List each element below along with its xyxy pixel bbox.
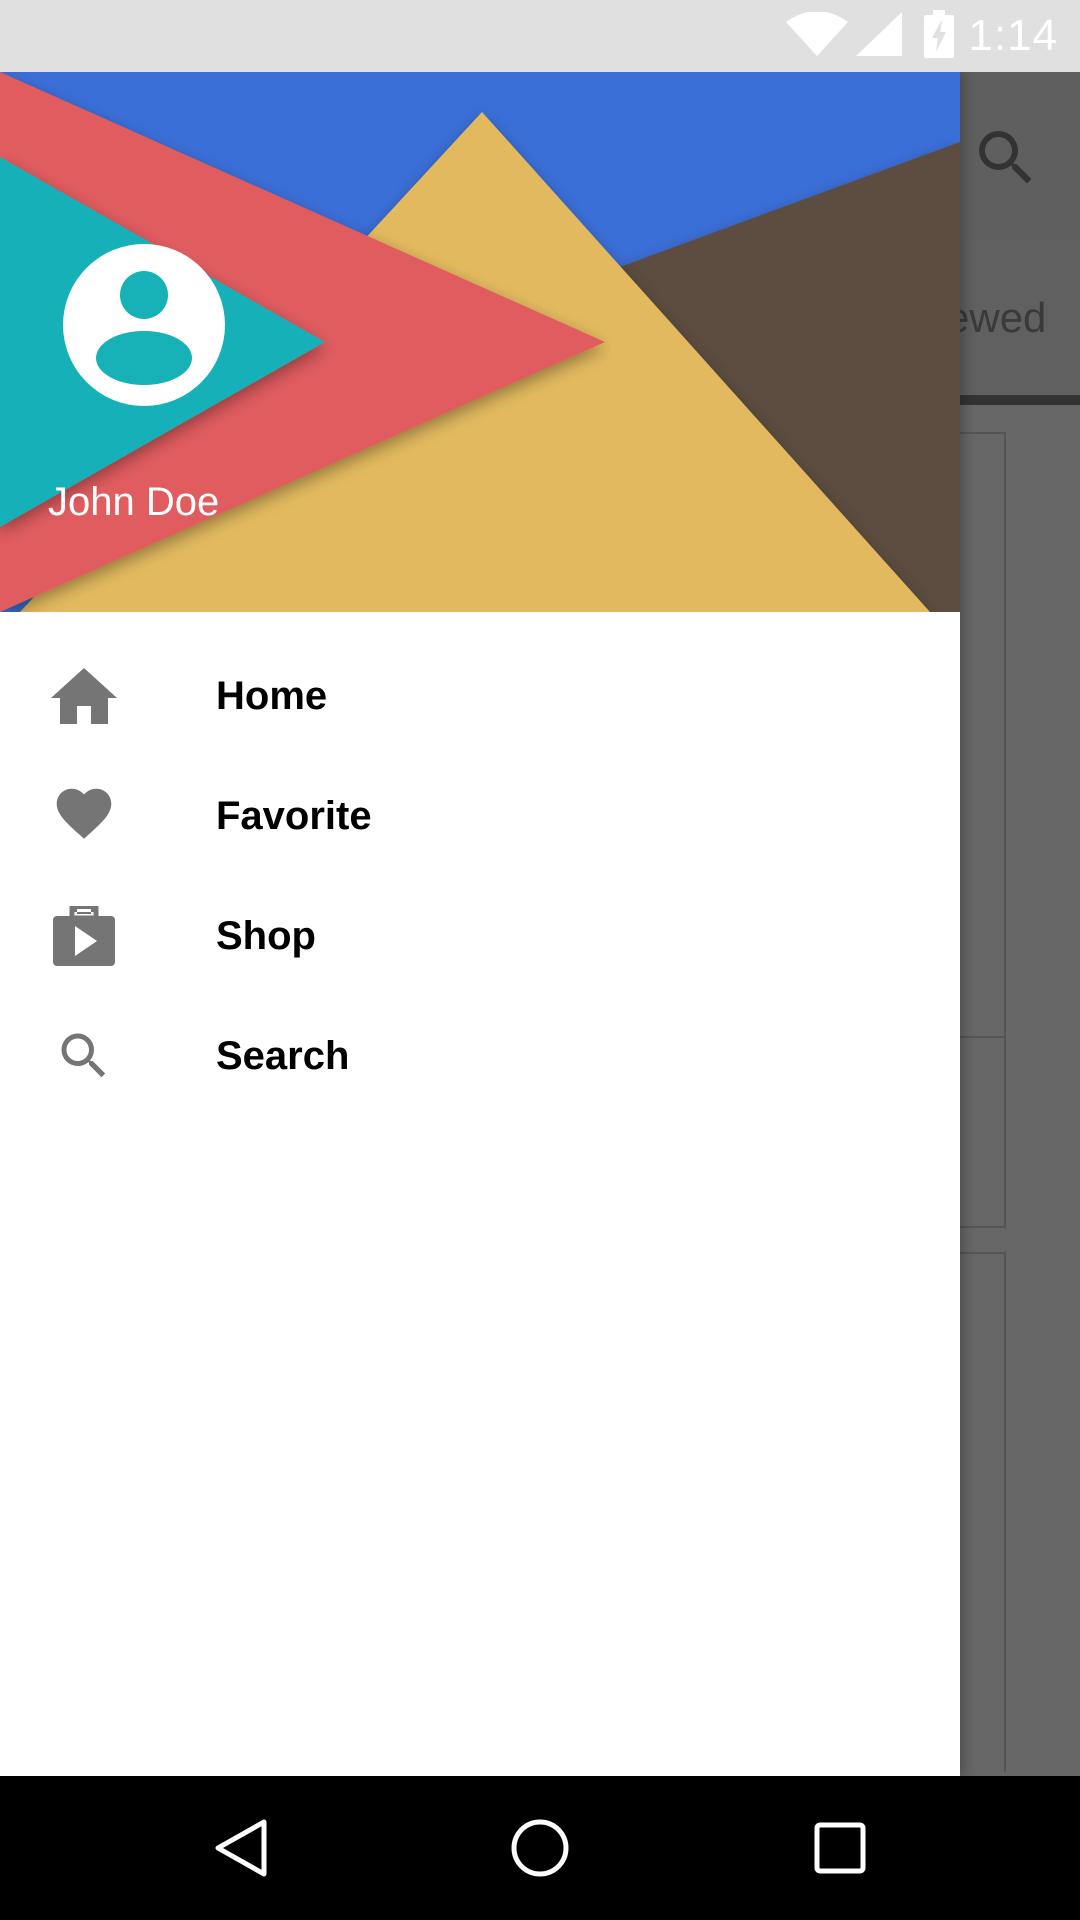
phone-screen: 1:14 ewed John Doe Home Favorite Shop Se… — [0, 0, 1080, 1920]
system-nav-bar — [0, 1776, 1080, 1920]
battery-charging-icon — [924, 9, 955, 63]
status-time: 1:14 — [968, 11, 1058, 60]
navigation-drawer: John Doe Home Favorite Shop Search — [0, 72, 960, 1776]
home-icon — [50, 662, 118, 730]
search-icon[interactable] — [970, 122, 1042, 194]
back-icon[interactable] — [200, 1808, 280, 1888]
drawer-nav-list: Home Favorite Shop Search — [0, 612, 960, 1116]
home-circle-icon[interactable] — [500, 1808, 580, 1888]
drawer-item-label: Search — [216, 1033, 350, 1078]
tab-label-partial[interactable]: ewed — [946, 294, 1046, 342]
wifi-icon — [786, 10, 849, 61]
drawer-item-shop[interactable]: Shop — [0, 876, 960, 996]
drawer-item-favorite[interactable]: Favorite — [0, 756, 960, 876]
drawer-header: John Doe — [0, 72, 960, 612]
shop-icon — [50, 902, 118, 970]
recents-icon[interactable] — [800, 1808, 880, 1888]
heart-icon — [50, 782, 118, 850]
status-icons: 1:14 — [786, 0, 1058, 72]
drawer-item-search[interactable]: Search — [0, 996, 960, 1116]
search-icon — [50, 1022, 118, 1090]
drawer-item-home[interactable]: Home — [0, 636, 960, 756]
account-circle-icon[interactable] — [63, 244, 225, 406]
drawer-item-label: Favorite — [216, 793, 372, 838]
drawer-item-label: Shop — [216, 913, 316, 958]
drawer-item-label: Home — [216, 673, 328, 718]
cell-signal-icon — [856, 11, 903, 61]
status-bar: 1:14 — [0, 0, 1080, 72]
user-name: John Doe — [48, 480, 220, 524]
